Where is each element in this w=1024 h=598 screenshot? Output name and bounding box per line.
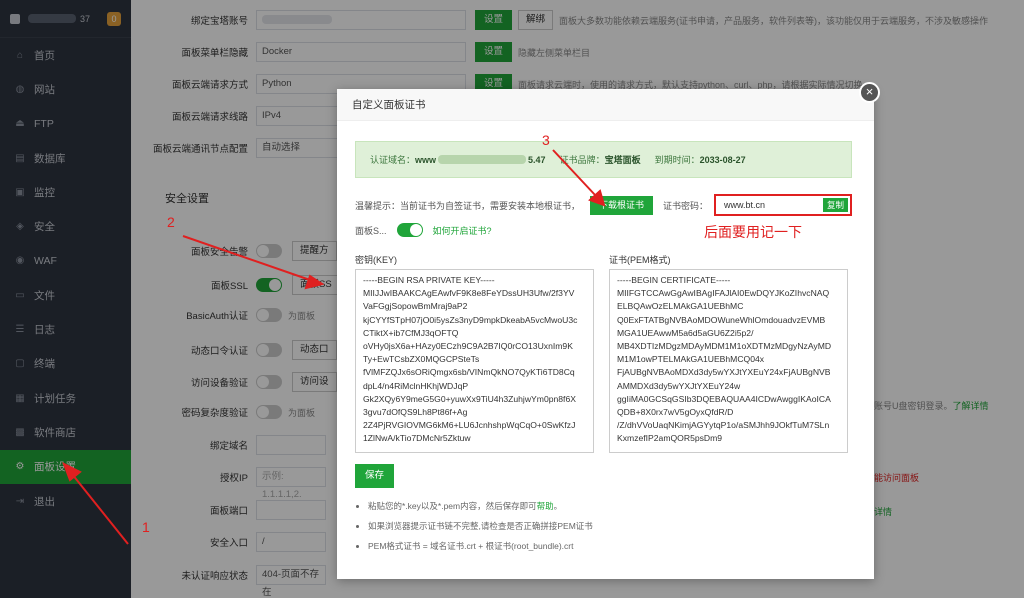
- annotation-num-3: 3: [542, 132, 550, 148]
- annotation-num-2: 2: [167, 214, 175, 230]
- text-line: fVlMFZQJx6sORiQmgx6sb/VINmQkNO7QyKTi6TD8…: [363, 367, 575, 378]
- custom-cert-modal: 自定义面板证书 认证域名： www 5.47 证书品牌： 宝塔面板 到期时间： …: [337, 89, 874, 579]
- text-line: VaFGgjSopowBmMraj9aP2: [363, 301, 468, 312]
- close-icon[interactable]: ×: [859, 82, 880, 103]
- expire-value: 2033-08-27: [699, 154, 746, 165]
- note-item: 如果浏览器提示证书链不完整,请检查是否正确拼接PEM证书: [368, 516, 593, 536]
- text-line: QDB+8X0rx7wV5gOyxQfdR/D: [617, 407, 734, 418]
- text-line: -----BEGIN CERTIFICATE-----: [617, 275, 731, 285]
- cert-password-value: www.bt.cn: [724, 200, 766, 210]
- text-line: MIIJJwIBAAKCAgEAwfvF9K8e8FeYDssUH3Ufw/2f…: [363, 288, 575, 299]
- modal-title: 自定义面板证书: [337, 89, 874, 121]
- domain-suffix: 5.47: [528, 154, 546, 165]
- help-link[interactable]: 帮助: [537, 501, 554, 511]
- domain-prefix: www: [415, 154, 437, 165]
- brand-value: 宝塔面板: [604, 155, 641, 165]
- annotation-num-1: 1: [142, 519, 150, 535]
- note-item: 粘贴您的*.key以及*.pem内容，然后保存即可帮助。: [368, 496, 593, 516]
- cert-info-box: 认证域名： www 5.47 证书品牌： 宝塔面板 到期时间： 2033-08-…: [355, 141, 852, 178]
- cert-textarea[interactable]: -----BEGIN CERTIFICATE----- MIIFGTCCAwGgA…: [609, 269, 848, 453]
- text-line: 1ZlNwA/kTio7DMcNr5Zktuw: [363, 433, 471, 444]
- text-line: FjAUBgNVBAoMDXd3dy5wYXJtYXEuY24xFjAUBgNV…: [617, 367, 831, 378]
- modal-ssl-toggle[interactable]: [396, 223, 423, 237]
- domain-blurred: [438, 155, 527, 164]
- text-line: 2Z4PjRVGIOVMG6kM6+LU6JcnhshpWqCqO+0SwKfz…: [363, 420, 576, 431]
- text-line: dpL4/n4RiMclnHKhjWDJqP: [363, 380, 469, 391]
- save-button[interactable]: 保存: [355, 464, 395, 488]
- annotation-remember-note: 后面要用记一下: [704, 224, 802, 240]
- text-line: KxmzefIP2amQOR5psDm9: [617, 433, 723, 444]
- tip-row: 温馨提示：当前证书为自签证书，需要安装本地根证书， 下载根证书 证书密码： ww…: [355, 194, 853, 216]
- expire-label: 到期时间：: [654, 155, 700, 165]
- text-line: /Z/dhVVoUaqNKimjAGYytqP1o/aSMJhh9JOkfTuM…: [617, 420, 830, 431]
- text-line: CTiktX+ib7CfMJ3qOFTQ: [363, 327, 459, 338]
- key-label: 密钥(KEY): [355, 255, 398, 265]
- ssl-row: 面板S... 如何开启证书?: [355, 221, 492, 239]
- text-line: MGA1UEAwwM5a6d5aGU6Z2i5p2/: [617, 327, 754, 338]
- text-line: ELBQAwOzELMAkGA1UEBhMC: [617, 301, 744, 312]
- cert-label: 证书(PEM格式): [609, 255, 671, 265]
- domain-label: 认证域名：: [370, 155, 416, 165]
- key-textarea[interactable]: -----BEGIN RSA PRIVATE KEY----- MIIJJwIBA…: [355, 269, 594, 453]
- text-line: MIIFGTCCAwGgAwIBAgIFAJlAI0EwDQYJKoZIhvcN…: [617, 288, 830, 299]
- text-line: Ty+EwTCsbZX0MQGCPSteTs: [363, 354, 480, 365]
- text-line: Q0ExFTATBgNVBAoMDOWuneWhlOmdouadvzEVMB: [617, 314, 826, 325]
- notes-list: 粘贴您的*.key以及*.pem内容，然后保存即可帮助。 如果浏览器提示证书链不…: [362, 496, 593, 556]
- tip-text: 温馨提示：当前证书为自签证书，需要安装本地根证书，: [355, 200, 581, 211]
- text-line: M1M1owPTELMAkGA1UEBhMCQ04x: [617, 354, 765, 365]
- cert-password-label: 证书密码：: [663, 200, 709, 211]
- text-line: oVHy0jsX6a+HAzy0ECzh9C9A2B7IQ0rCO13UxnIm…: [363, 341, 573, 352]
- text-line: AMMDXd3dy5wYXJtYXEuY24w: [617, 380, 741, 391]
- text-line: -----BEGIN RSA PRIVATE KEY-----: [363, 275, 495, 285]
- text-line: MB4XDTIzMDgzMDAyMDM1M1oXDTMzMDgyNzAyMD: [617, 341, 832, 352]
- text-line: ggIiMA0GCSqGSIb3DQEBAQUAA4ICDwAwggIKAoIC…: [617, 393, 831, 404]
- copy-password-button[interactable]: 复制: [823, 198, 849, 212]
- note-item: PEM格式证书 = 域名证书.crt + 根证书(root_bundle).cr…: [368, 536, 593, 556]
- cert-password-field[interactable]: www.bt.cn 复制: [714, 194, 853, 216]
- ssl-label: 面板S...: [355, 225, 387, 236]
- text-line: 3gvu7dOfQS9Lh8Pt86f+Ag: [363, 407, 468, 418]
- how-to-enable-cert-link[interactable]: 如何开启证书?: [433, 224, 492, 237]
- text-line: Gk2XQy6Y9meG5G0+yuwXx9TiU4h3ZuhjwYm0pn8f…: [363, 393, 576, 404]
- text-line: kjCYYfSTpH07jO0i5ysZs3nyD9mpkDkeabA5vcMw…: [363, 314, 578, 325]
- download-root-cert-button[interactable]: 下载根证书: [590, 195, 654, 215]
- brand-label: 证书品牌：: [559, 155, 605, 165]
